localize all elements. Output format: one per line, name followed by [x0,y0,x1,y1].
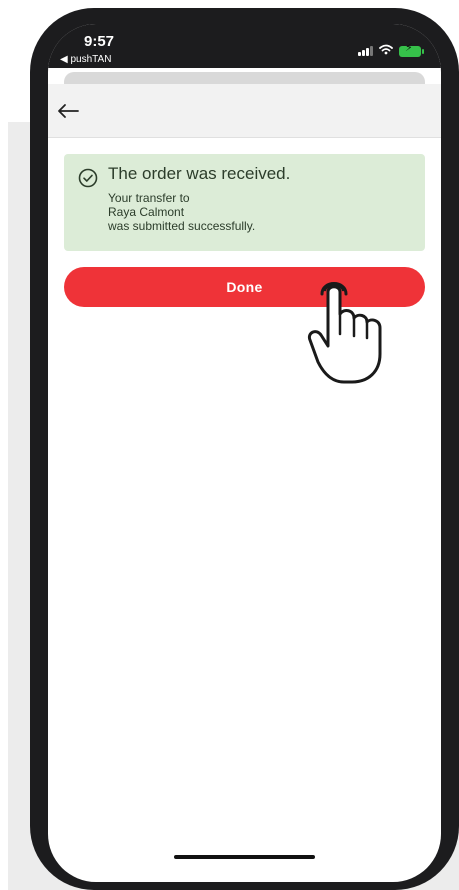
success-message: The order was received. Your transfer to… [64,154,425,251]
tap-hand-icon [307,282,382,384]
battery-charging-icon: ⚡ [399,42,424,57]
check-circle-icon [78,168,98,188]
phone-screen: 9:57 ◀ pushTAN ⚡ The order was received.… [48,24,441,882]
arrow-left-icon [58,104,79,118]
home-indicator [174,855,315,859]
status-time: 9:57 [84,33,115,50]
nav-bar [48,84,441,138]
success-text-line: Your transfer to [108,191,190,205]
success-text-line: was submitted successfully. [108,219,256,233]
back-to-app-link[interactable]: ◀ pushTAN [60,54,111,65]
status-bar: 9:57 ◀ pushTAN ⚡ [48,24,441,68]
status-icons: ⚡ [358,42,424,60]
recipient-name: Raya Calmont [108,205,185,219]
back-button[interactable] [54,98,82,124]
signal-icon [358,46,373,56]
wifi-icon [379,42,393,60]
success-title: The order was received. [108,164,291,183]
